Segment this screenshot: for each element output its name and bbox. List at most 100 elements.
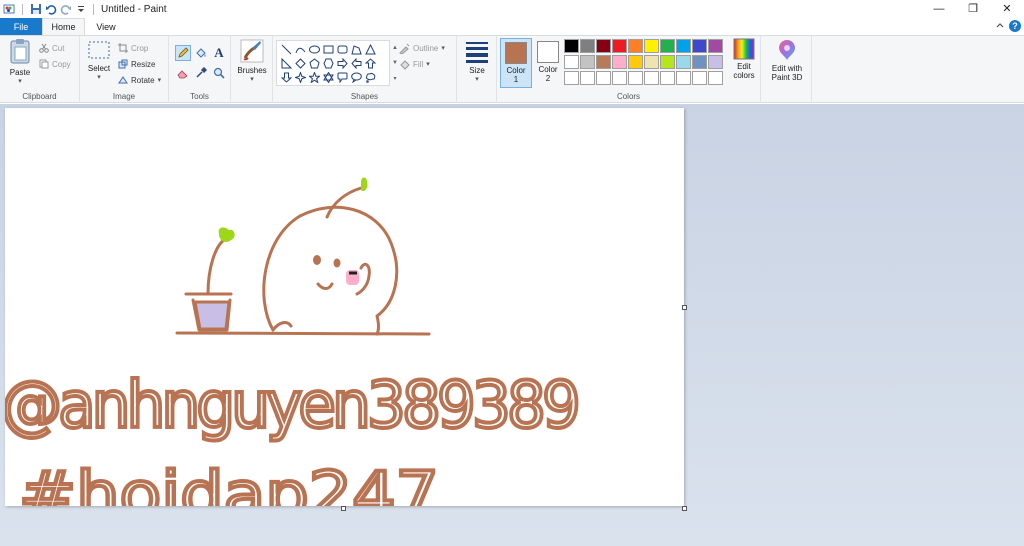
paste-button[interactable]: Paste ▾ xyxy=(5,38,35,85)
palette-color-swatch[interactable] xyxy=(660,55,675,69)
scroll-up-icon[interactable]: ▲ xyxy=(392,45,398,51)
tab-view[interactable]: View xyxy=(85,18,127,35)
palette-color-swatch[interactable] xyxy=(676,71,691,85)
palette-color-swatch[interactable] xyxy=(580,55,595,69)
palette-color-swatch[interactable] xyxy=(644,39,659,53)
five-point-star-shape[interactable] xyxy=(307,71,321,84)
palette-color-swatch[interactable] xyxy=(612,39,627,53)
cut-button[interactable]: Cut xyxy=(39,41,64,55)
color-picker-tool[interactable] xyxy=(193,65,209,81)
right-triangle-shape[interactable] xyxy=(279,57,293,70)
up-arrow-shape[interactable] xyxy=(363,57,377,70)
left-arrow-shape[interactable] xyxy=(349,57,363,70)
undo-icon[interactable] xyxy=(43,2,58,17)
oval-callout-shape[interactable] xyxy=(349,71,363,84)
color2-button[interactable]: Color 2 xyxy=(532,38,564,88)
paint-app-icon[interactable] xyxy=(2,2,17,17)
palette-color-swatch[interactable] xyxy=(644,55,659,69)
customize-toolbar-icon[interactable] xyxy=(73,2,88,17)
copy-button[interactable]: Copy xyxy=(39,57,71,71)
eraser-tool[interactable] xyxy=(175,65,191,81)
oval-shape[interactable] xyxy=(307,43,321,56)
paint3d-group[interactable]: Edit with Paint 3D xyxy=(761,36,812,103)
palette-color-swatch[interactable] xyxy=(628,55,643,69)
select-button[interactable]: Select ▾ xyxy=(85,38,113,81)
palette-color-swatch[interactable] xyxy=(612,55,627,69)
palette-color-swatch[interactable] xyxy=(596,39,611,53)
help-button[interactable]: ? xyxy=(1009,20,1021,32)
drawing-canvas[interactable]: @anhnguyen389389 #hoidap247 xyxy=(5,108,684,506)
diamond-shape[interactable] xyxy=(293,57,307,70)
magnifier-tool[interactable] xyxy=(211,65,227,81)
tab-home[interactable]: Home xyxy=(42,18,85,35)
palette-color-swatch[interactable] xyxy=(564,55,579,69)
pencil-tool[interactable] xyxy=(175,45,191,61)
text-tool[interactable]: A xyxy=(211,45,227,61)
palette-color-swatch[interactable] xyxy=(692,39,707,53)
resize-handle-right[interactable] xyxy=(682,305,687,310)
fill-button[interactable]: Fill ▾ xyxy=(399,57,430,71)
hexagon-shape[interactable] xyxy=(321,57,335,70)
palette-color-swatch[interactable] xyxy=(692,71,707,85)
expand-gallery-icon[interactable]: ▾ xyxy=(393,75,396,82)
six-point-star-shape[interactable] xyxy=(321,71,335,84)
palette-color-swatch[interactable] xyxy=(660,39,675,53)
palette-color-swatch[interactable] xyxy=(596,55,611,69)
shapes-scrollbar[interactable]: ▲ ▼ ▾ xyxy=(391,40,399,86)
four-point-star-shape[interactable] xyxy=(293,71,307,84)
fill-tool[interactable] xyxy=(193,45,209,61)
save-icon[interactable] xyxy=(28,2,43,17)
edit-colors-button[interactable]: Edit colors xyxy=(728,38,760,80)
rectangle-shape[interactable] xyxy=(321,43,335,56)
maximize-button[interactable]: ❐ xyxy=(956,0,990,17)
palette-color-swatch[interactable] xyxy=(708,55,723,69)
triangle-shape[interactable] xyxy=(363,43,377,56)
collapse-ribbon-icon[interactable] xyxy=(996,20,1004,30)
palette-color-swatch[interactable] xyxy=(628,71,643,85)
palette-color-swatch[interactable] xyxy=(708,71,723,85)
brushes-button[interactable]: Brushes ▾ xyxy=(235,38,269,83)
size-button[interactable]: Size ▾ xyxy=(461,38,493,83)
right-arrow-shape[interactable] xyxy=(335,57,349,70)
palette-color-swatch[interactable] xyxy=(628,39,643,53)
palette-color-swatch[interactable] xyxy=(596,71,611,85)
palette-color-swatch[interactable] xyxy=(644,71,659,85)
down-arrow-shape[interactable] xyxy=(279,71,293,84)
palette-color-swatch[interactable] xyxy=(580,71,595,85)
polygon-shape[interactable] xyxy=(349,43,363,56)
canvas-workspace[interactable]: @anhnguyen389389 #hoidap247 xyxy=(0,104,1024,546)
palette-color-swatch[interactable] xyxy=(564,39,579,53)
line-shape[interactable] xyxy=(279,43,293,56)
palette-color-swatch[interactable] xyxy=(564,71,579,85)
resize-button[interactable]: Resize xyxy=(118,57,155,71)
color1-button[interactable]: Color 1 xyxy=(500,38,532,88)
rounded-rectangle-shape[interactable] xyxy=(335,43,349,56)
rotate-button[interactable]: Rotate ▾ xyxy=(118,73,161,87)
cloud-callout-shape[interactable] xyxy=(363,71,377,84)
palette-color-swatch[interactable] xyxy=(676,55,691,69)
pentagon-shape[interactable] xyxy=(307,57,321,70)
resize-handle-corner[interactable] xyxy=(682,506,687,511)
curve-shape[interactable] xyxy=(293,43,307,56)
resize-handle-bottom[interactable] xyxy=(341,506,346,511)
edit-with-paint3d-button[interactable]: Edit with Paint 3D xyxy=(765,38,809,82)
brushes-group[interactable]: Brushes ▾ xyxy=(231,36,273,103)
close-button[interactable]: ✕ xyxy=(990,0,1024,17)
palette-color-swatch[interactable] xyxy=(660,71,675,85)
select-dropdown-icon[interactable]: ▾ xyxy=(97,73,101,81)
palette-color-swatch[interactable] xyxy=(708,39,723,53)
size-group[interactable]: Size ▾ xyxy=(457,36,497,103)
palette-color-swatch[interactable] xyxy=(612,71,627,85)
palette-color-swatch[interactable] xyxy=(580,39,595,53)
crop-button[interactable]: Crop xyxy=(118,41,148,55)
palette-color-swatch[interactable] xyxy=(692,55,707,69)
scroll-down-icon[interactable]: ▼ xyxy=(392,60,398,66)
paste-dropdown-icon[interactable]: ▾ xyxy=(18,77,22,85)
rounded-callout-shape[interactable] xyxy=(335,71,349,84)
minimize-button[interactable]: — xyxy=(922,0,956,17)
rotate-label: Rotate xyxy=(131,75,155,85)
palette-color-swatch[interactable] xyxy=(676,39,691,53)
outline-button[interactable]: Outline ▾ xyxy=(399,41,445,55)
redo-icon[interactable] xyxy=(58,2,73,17)
tab-file[interactable]: File xyxy=(0,18,42,35)
